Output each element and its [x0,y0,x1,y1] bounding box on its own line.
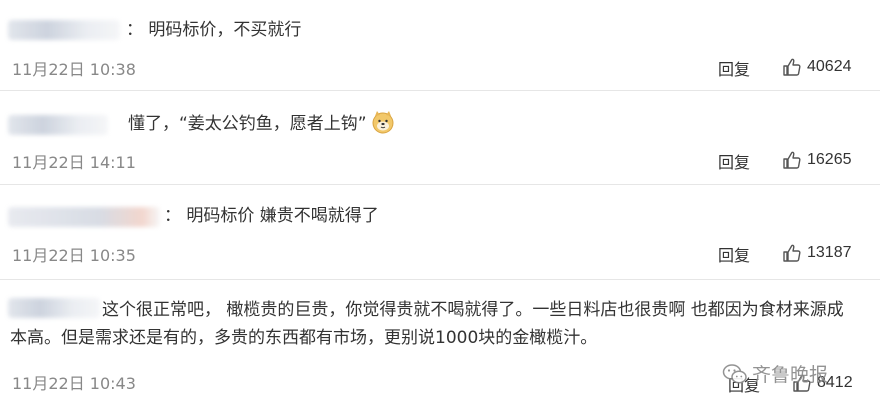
like-button[interactable]: 13187 [782,243,852,263]
blurred-username[interactable] [8,207,160,227]
reply-button[interactable]: 回复 [718,149,750,173]
thumbs-up-icon [783,244,801,262]
comment-time: 11月22日 10:35 [12,246,136,265]
reply-button[interactable]: 回复 [718,242,750,266]
reply-button[interactable]: 回复 [718,56,750,80]
blurred-username[interactable] [8,20,120,40]
comment-time: 11月22日 14:11 [12,153,136,172]
comment-text-content: 这个很正常吧， 橄榄贵的巨贵，你觉得贵就不喝就得了。一些日料店也很贵啊 也都因为… [10,300,844,348]
thumbs-up-icon [783,151,801,169]
watermark: 齐鲁晚报 [722,360,828,387]
doge-emoji-icon [371,110,395,134]
comment-text: ： 明码标价 嫌贵不喝就得了 [164,206,379,226]
like-count: 13187 [807,244,852,261]
comment-text: ： 明码标价，不买就行 [126,20,302,40]
comment-time: 11月22日 10:43 [12,374,136,393]
comment-text: 这个很正常吧， 橄榄贵的巨贵，你觉得贵就不喝就得了。一些日料店也很贵啊 也都因为… [10,296,860,352]
comment-2: 懂了，“姜太公钓鱼，愿者上钩” 11月22日 14:11 回复 16265 [0,91,880,181]
wechat-icon [722,363,747,384]
like-count: 40624 [807,58,852,75]
comment-time: 11月22日 10:38 [12,60,136,79]
blurred-username[interactable] [8,115,108,135]
comment-text: 懂了，“姜太公钓鱼，愿者上钩” [128,110,395,138]
comment-4: 这个很正常吧， 橄榄贵的巨贵，你觉得贵就不喝就得了。一些日料店也很贵啊 也都因为… [0,280,880,408]
like-count: 16265 [807,151,852,168]
comment-1: ： 明码标价，不买就行 11月22日 10:38 回复 40624 [0,0,880,88]
like-button[interactable]: 40624 [782,57,852,77]
comment-text-content: 懂了，“姜太公钓鱼，愿者上钩” [128,114,367,134]
watermark-text: 齐鲁晚报 [752,364,829,386]
like-button[interactable]: 16265 [782,150,852,170]
comment-3: ： 明码标价 嫌贵不喝就得了 11月22日 10:35 回复 13187 [0,185,880,277]
thumbs-up-icon [783,58,801,76]
